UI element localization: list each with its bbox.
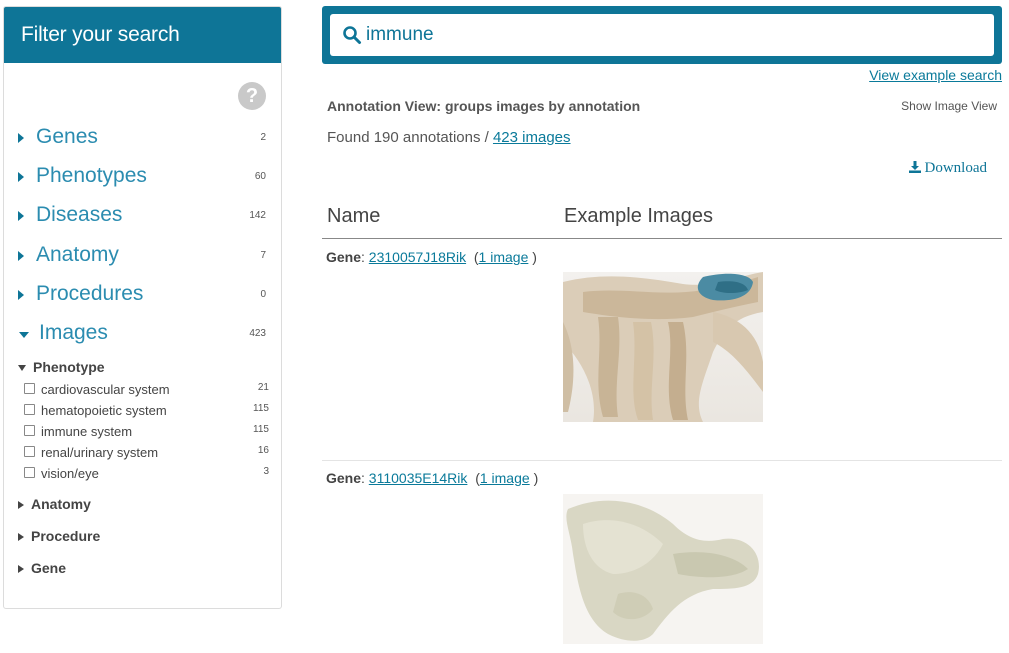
result-row-name: Gene: 3110035E14Rik (1 image ) [326,470,539,486]
tissue-image [563,494,763,644]
checkbox[interactable] [24,467,35,478]
option-renal-urinary-system[interactable]: renal/urinary system 16 [24,445,269,463]
subgroup-gene[interactable]: Gene [18,560,66,576]
caret-right-icon [18,211,24,221]
image-count-link[interactable]: 1 image [480,470,530,486]
header-divider [322,238,1002,239]
subgroup-label: Anatomy [31,496,91,512]
example-image-thumbnail[interactable] [563,494,763,644]
triangle-right-icon [18,501,24,510]
option-hematopoietic-system[interactable]: hematopoietic system 115 [24,403,269,421]
results-count-text: Found 190 annotations / [327,129,493,146]
facet-phenotypes[interactable]: Phenotypes 60 [4,164,281,194]
close-paren: ) [533,470,539,486]
question-circle-icon[interactable]: ? [238,82,266,110]
example-image-thumbnail[interactable] [563,272,763,422]
checkbox[interactable] [24,425,35,436]
caret-right-icon [18,251,24,261]
subgroup-label: Phenotype [33,359,105,375]
gene-link[interactable]: 3110035E14Rik [369,470,468,486]
search-icon [343,26,361,44]
subgroup-label: Procedure [31,528,101,544]
facet-label: Procedures [36,282,144,305]
option-cardiovascular-system[interactable]: cardiovascular system 21 [24,382,269,400]
facet-images[interactable]: Images 423 [4,321,281,351]
option-label: cardiovascular system [41,382,170,397]
facet-label: Phenotypes [36,164,147,187]
gene-prefix: Gene [326,249,362,265]
checkbox[interactable] [24,383,35,394]
results-summary: Found 190 annotations / 423 images [327,129,571,146]
facet-genes[interactable]: Genes 2 [4,125,281,155]
download-icon [908,161,921,173]
view-title: Annotation View: groups images by annota… [327,98,641,114]
image-count-link[interactable]: 1 image [479,249,529,265]
close-paren: ) [532,249,537,265]
subgroup-phenotype[interactable]: Phenotype [18,359,105,375]
checkbox[interactable] [24,404,35,415]
caret-right-icon [18,172,24,182]
caret-down-icon [19,332,29,338]
search-input[interactable] [366,14,966,56]
search-box[interactable] [330,14,994,56]
sidebar-title: Filter your search [4,7,281,63]
facet-count: 423 [249,328,266,339]
facet-anatomy[interactable]: Anatomy 7 [4,243,281,273]
search-bar [322,6,1002,64]
facet-label: Anatomy [36,243,119,266]
option-count: 21 [257,382,269,393]
facet-count: 7 [260,250,266,261]
option-count: 16 [257,445,269,456]
option-label: immune system [41,424,133,439]
option-count: 115 [253,403,269,414]
view-example-search-link[interactable]: View example search [869,67,1002,83]
download-button[interactable]: Download [908,160,988,177]
triangle-right-icon [18,533,24,542]
gene-prefix: Gene [326,470,362,486]
download-label: Download [924,160,988,176]
checkbox[interactable] [24,446,35,457]
facet-label: Diseases [36,203,123,226]
filter-sidebar: Filter your search ? Genes 2 Phenotypes … [3,6,282,609]
caret-right-icon [18,290,24,300]
images-count-link[interactable]: 423 images [493,129,571,146]
facet-label: Genes [36,125,98,148]
column-header-name: Name [327,205,381,227]
subgroup-anatomy[interactable]: Anatomy [18,496,91,512]
facet-procedures[interactable]: Procedures 0 [4,282,281,312]
subgroup-label: Gene [31,560,67,576]
row-divider [322,460,1002,461]
option-label: hematopoietic system [41,403,167,418]
facet-label: Images [39,321,108,344]
facet-diseases[interactable]: Diseases 142 [4,203,281,233]
option-count: 115 [253,424,269,435]
facet-count: 142 [249,210,266,221]
subgroup-procedure[interactable]: Procedure [18,528,100,544]
column-header-example-images: Example Images [564,205,713,227]
facet-count: 2 [260,132,266,143]
facet-count: 60 [254,171,266,182]
gene-link[interactable]: 2310057J18Rik [369,249,466,265]
option-label: vision/eye [41,466,99,481]
option-vision-eye[interactable]: vision/eye 3 [24,466,269,484]
option-label: renal/urinary system [41,445,159,460]
option-count: 3 [263,466,269,477]
caret-right-icon [18,133,24,143]
option-immune-system[interactable]: immune system 115 [24,424,269,442]
triangle-down-icon [18,365,26,372]
result-row-name: Gene: 2310057J18Rik (1 image ) [326,249,537,265]
tissue-image [563,272,763,422]
show-image-view-toggle[interactable]: Show Image View [901,99,997,113]
triangle-right-icon [18,565,24,574]
facet-count: 0 [260,289,266,300]
